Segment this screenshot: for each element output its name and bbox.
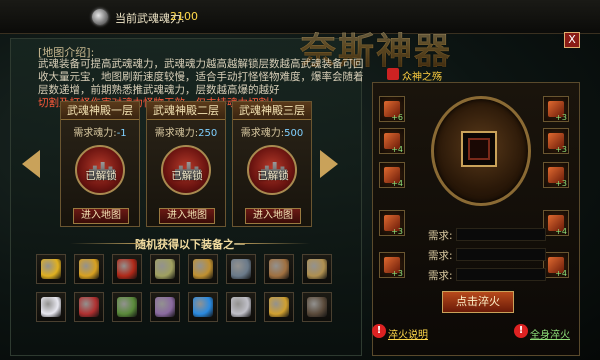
forge-button[interactable]: 点击淬火 [442,291,514,313]
equipment-slot[interactable]: +4 [543,252,569,278]
golden-helmet-icon [79,259,99,279]
requirement-value [456,248,546,261]
reward-item-slot[interactable] [36,254,66,284]
reward-item-slot[interactable] [264,254,294,284]
floor-status: 已解锁 [171,170,203,182]
green-scroll-icon [117,297,137,317]
reward-item-slot[interactable] [74,292,104,322]
floor-title: 武魂神殿三层 [233,102,311,120]
reward-item-slot[interactable] [264,292,294,322]
requirement-label: 需求: [428,250,453,262]
floor-requirement: 需求魂力:500 [240,128,304,139]
prev-page-arrow[interactable] [22,150,40,178]
gold-ingot-icon [41,259,61,279]
silver-ring-icon [231,297,251,317]
floor-requirement: 需求魂力:-1 [73,128,127,139]
enhance-level: +3 [555,145,567,154]
reward-item-slot[interactable] [302,292,332,322]
requirement-row: 需求: [428,228,546,242]
exclamation-icon: ! [514,324,528,338]
requirement-value [456,228,546,241]
enhance-level: +3 [391,269,403,278]
floor-title: 武魂神殿二层 [147,102,225,120]
soul-orb-icon [92,9,108,25]
enhance-level: +3 [555,113,567,122]
red-orb-icon [79,297,99,317]
enter-map-button[interactable]: 进入地图 [245,208,301,224]
enhance-level: +3 [555,179,567,188]
enhance-level: +4 [391,179,403,188]
requirement-row: 需求: [428,268,546,282]
reward-item-slot[interactable] [150,254,180,284]
dragon-helmet-icon [193,259,213,279]
top-bar: 当前武魂魂力: 2100 [0,0,600,34]
reward-item-slot[interactable] [226,254,256,284]
enhance-level: +4 [391,145,403,154]
dark-armor-icon [307,297,327,317]
spear-icon [231,259,251,279]
enhance-level: +6 [391,113,403,122]
floor-status: 已解锁 [257,170,289,182]
equipment-slot[interactable]: +4 [379,162,405,188]
requirement-value [456,268,546,281]
equipment-slot[interactable]: +3 [543,162,569,188]
bead-bracelet-icon [155,297,175,317]
equipment-slot[interactable]: +6 [379,96,405,122]
equipment-slot[interactable]: +4 [379,128,405,154]
floor-card-2: 武魂神殿二层 需求魂力:250 已解锁 进入地图 [146,101,226,227]
reward-item-slot[interactable] [188,292,218,322]
exclamation-icon: ! [372,324,386,338]
title-sub: 众神之殇 [402,72,442,83]
enhance-level: +4 [555,269,567,278]
soul-power-value: 2100 [170,10,198,23]
reward-item-slot[interactable] [112,254,142,284]
floor-title: 武魂神殿一层 [61,102,139,120]
equipment-slot[interactable]: +3 [543,96,569,122]
reward-item-slot[interactable] [150,292,180,322]
floor-card-1: 武魂神殿一层 需求魂力:-1 已解锁 进入地图 [60,101,140,227]
enter-map-button[interactable]: 进入地图 [73,208,129,224]
reward-item-slot[interactable] [74,254,104,284]
equipment-slot[interactable]: +3 [379,252,405,278]
forge-inner-slot [468,138,490,160]
reward-item-slot[interactable] [226,292,256,322]
intro-text: 武魂装备可提高武魂魂力，武魂魂力越高越解锁层数越高武魂装备可回收大量元宝，地图刷… [38,58,364,96]
reward-item-slot[interactable] [36,292,66,322]
floor-status: 已解锁 [85,170,117,182]
game-window: 当前武魂魂力: 2100 奈斯神器 众神之殇 X [地图介绍]: 武魂装备可提高… [0,0,600,360]
red-helmet-icon [117,259,137,279]
floor-requirement: 需求魂力:250 [154,128,218,139]
close-button[interactable]: X [564,32,580,48]
enhance-level: +3 [391,227,403,236]
reward-item-slot[interactable] [302,254,332,284]
horned-armor-icon [307,259,327,279]
sword-icon [269,259,289,279]
reward-item-slot[interactable] [188,254,218,284]
reward-item-slot[interactable] [112,292,142,322]
equipment-slot[interactable]: +4 [543,210,569,236]
blue-orb-icon [193,297,213,317]
equipment-slot[interactable]: +3 [543,128,569,154]
bow-icon [155,259,175,279]
rewards-title: 随机获得以下装备之一 [135,238,245,251]
seal-icon [387,68,399,80]
requirement-label: 需求: [428,230,453,242]
requirement-row: 需求: [428,248,546,262]
next-page-arrow[interactable] [320,150,338,178]
enter-map-button[interactable]: 进入地图 [159,208,215,224]
enhance-level: +4 [555,227,567,236]
gold-badge-icon [269,297,289,317]
requirement-label: 需求: [428,270,453,282]
rewards-divider: 随机获得以下装备之一 [70,236,310,251]
crystal-flower-icon [41,297,61,317]
equipment-slot[interactable]: +3 [379,210,405,236]
floor-card-3: 武魂神殿三层 需求魂力:500 已解锁 进入地图 [232,101,312,227]
